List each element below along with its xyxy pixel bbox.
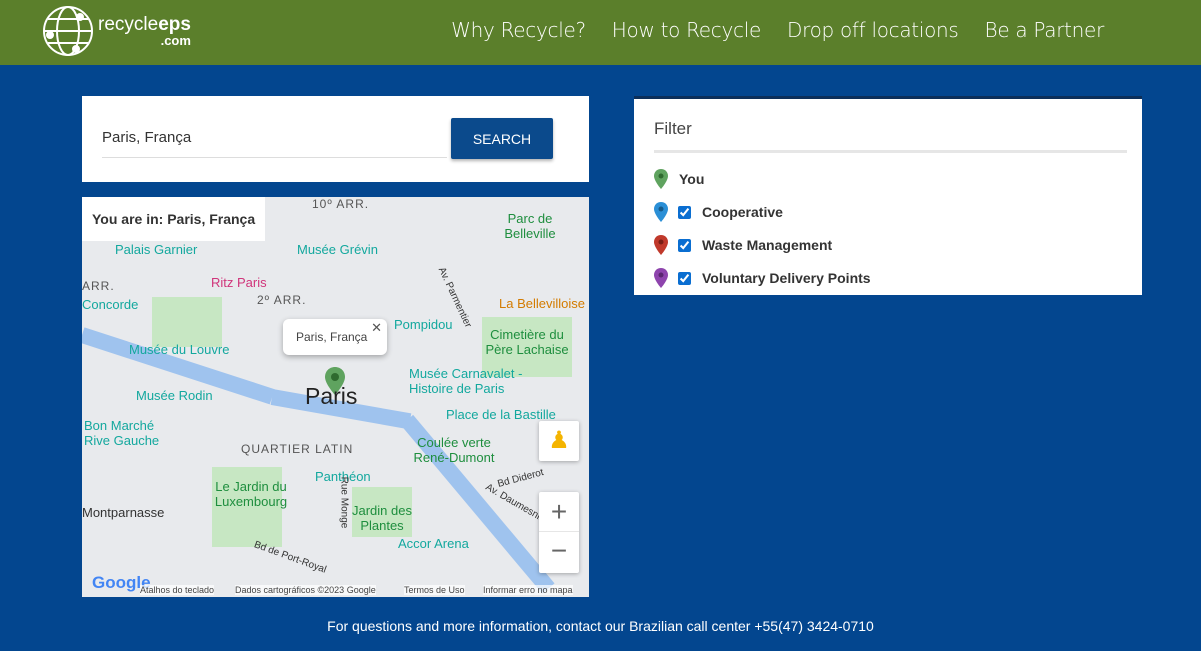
location-search-input[interactable] <box>102 118 447 158</box>
current-location-label: You are in: Paris, França <box>82 197 265 241</box>
city-label: Paris <box>305 383 357 410</box>
filter-item-voluntary-delivery-points: Voluntary Delivery Points <box>654 268 871 288</box>
filter-item-cooperative: Cooperative <box>654 202 783 222</box>
voluntary-delivery-points-checkbox[interactable] <box>678 272 691 285</box>
main-nav: Why Recycle? How to Recycle Drop off loc… <box>451 18 1104 42</box>
map-label: Musée du Louvre <box>129 342 229 357</box>
logo-text: recycle <box>98 14 158 35</box>
search-panel: SEARCH <box>82 96 589 182</box>
map-label: La Bellevilloise <box>499 296 585 311</box>
map-label: Bd de Port-Royal <box>252 539 327 575</box>
zoom-out-button[interactable]: − <box>539 532 579 572</box>
purple-marker-icon <box>654 268 668 288</box>
zoom-controls: + − <box>539 492 579 573</box>
map-label: Accor Arena <box>398 536 469 551</box>
waste-management-checkbox[interactable] <box>678 239 691 252</box>
filter-panel: Filter You Cooperative Waste Management … <box>634 96 1142 295</box>
globe-recycle-icon <box>40 3 96 59</box>
filter-label: You <box>679 171 704 187</box>
map-label: Montparnasse <box>82 505 164 520</box>
blue-marker-icon <box>654 202 668 222</box>
nav-drop-off-locations[interactable]: Drop off locations <box>787 18 959 42</box>
map-label: 10º ARR. <box>312 197 369 211</box>
map-label: Bd Diderot <box>496 467 544 490</box>
terms-link[interactable]: Termos de Uso <box>404 585 465 595</box>
map-label: 2º ARR. <box>257 293 306 307</box>
zoom-in-button[interactable]: + <box>539 492 579 532</box>
map-label: Palais Garnier <box>115 242 197 257</box>
map-label: Cimetière du Père Lachaise <box>482 327 572 357</box>
cooperative-checkbox[interactable] <box>678 206 691 219</box>
info-window-text: Paris, França <box>296 330 367 344</box>
map-label: Musée Grévin <box>297 242 378 257</box>
report-error-link[interactable]: Informar erro no mapa <box>483 585 573 595</box>
map-label: Jardin des Plantes <box>352 503 412 533</box>
park-area <box>152 297 222 347</box>
map-label: Musée Carnavalet - Histoire de Paris <box>409 366 529 396</box>
logo[interactable]: recycleeps.com <box>40 3 191 59</box>
map-label: Ritz Paris <box>211 275 267 290</box>
map-label: Pompidou <box>394 317 453 332</box>
filter-label: Voluntary Delivery Points <box>702 270 871 286</box>
logo-suffix: .com <box>98 34 191 47</box>
logo-text-bold: eps <box>158 14 191 35</box>
map-label: Concorde <box>82 297 138 312</box>
red-marker-icon <box>654 235 668 255</box>
map-label: Rue Monge <box>338 477 349 529</box>
map-label: ARR. <box>82 279 115 293</box>
footer-contact-text: For questions and more information, cont… <box>0 618 1201 634</box>
map-label: Parc de Belleville <box>500 211 560 241</box>
nav-be-a-partner[interactable]: Be a Partner <box>985 18 1104 42</box>
site-header: recycleeps.com Why Recycle? How to Recyc… <box>0 0 1201 65</box>
nav-how-to-recycle[interactable]: How to Recycle <box>612 18 761 42</box>
filter-item-waste-management: Waste Management <box>654 235 832 255</box>
nav-why-recycle[interactable]: Why Recycle? <box>451 18 586 42</box>
green-marker-icon <box>654 169 668 189</box>
divider <box>654 150 1127 153</box>
search-button[interactable]: SEARCH <box>451 118 553 159</box>
map-label: Place de la Bastille <box>446 407 556 422</box>
close-icon[interactable]: ✕ <box>371 320 382 336</box>
map-label: Le Jardin du Luxembourg <box>206 479 296 509</box>
filter-label: Waste Management <box>702 237 832 253</box>
map-attribution: Atalhos do teclado Dados cartográficos ©… <box>82 583 589 597</box>
map-label: QUARTIER LATIN <box>241 442 353 456</box>
map-label: Bon Marché Rive Gauche <box>84 418 164 448</box>
map-label: Musée Rodin <box>136 388 213 403</box>
filter-title: Filter <box>654 119 692 139</box>
map-label: Coulée verte René-Dumont <box>409 435 499 465</box>
map-data-text: Dados cartográficos ©2023 Google <box>235 585 376 595</box>
map-info-window: Paris, França ✕ <box>283 319 387 355</box>
street-view-pegman-icon[interactable]: ♟ <box>539 421 579 461</box>
filter-label: Cooperative <box>702 204 783 220</box>
keyboard-shortcuts-link[interactable]: Atalhos do teclado <box>140 585 214 595</box>
map[interactable]: 10º ARR. Musée Grévin Parc de Belleville… <box>82 197 589 597</box>
filter-item-you: You <box>654 169 704 189</box>
